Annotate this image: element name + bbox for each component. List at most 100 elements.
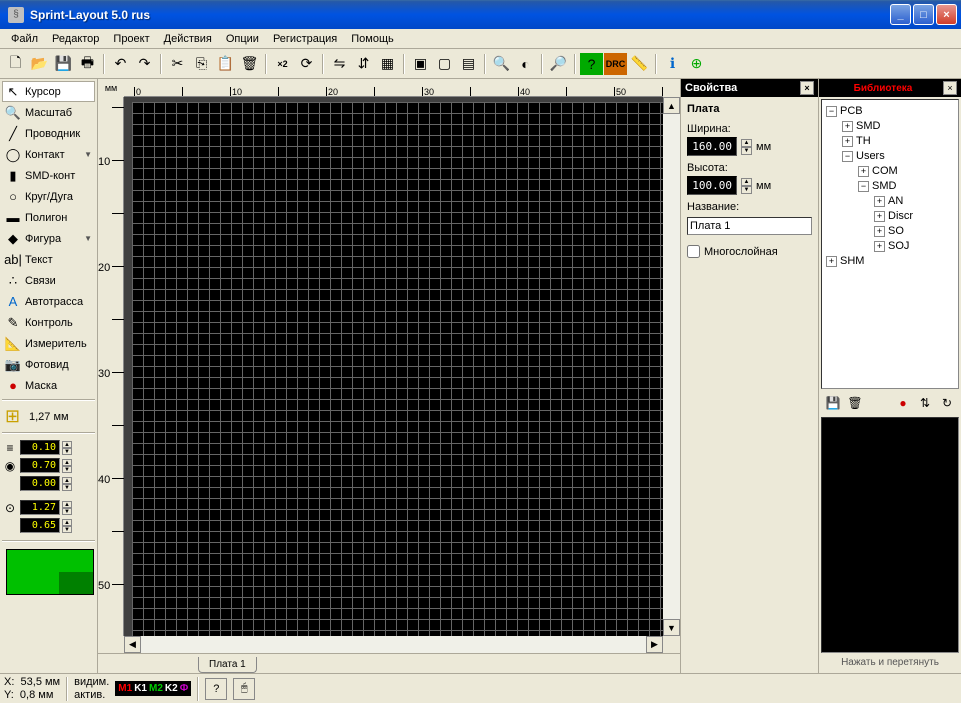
ruler-tool[interactable]: 📐Измеритель [2, 333, 95, 354]
layer-m2[interactable]: M2 [149, 683, 163, 694]
lib-save-icon[interactable]: 💾 [823, 393, 843, 413]
lib-delete-icon[interactable]: 🗑 [845, 393, 865, 413]
measure-tool-icon[interactable]: 📏 [628, 53, 651, 75]
board-height-input[interactable]: 100.00 [687, 176, 737, 195]
spinner[interactable]: ▲▼ [62, 501, 72, 515]
expand-icon[interactable]: + [874, 226, 885, 237]
pad-inner-param[interactable]: 0.00 ▲▼ [2, 475, 95, 492]
layer-preview[interactable] [6, 549, 94, 595]
close-button[interactable]: × [936, 4, 957, 25]
collapse-icon[interactable]: − [858, 181, 869, 192]
mask-tool[interactable]: ●Маска [2, 375, 95, 396]
via-b-param[interactable]: 0.65 ▲▼ [2, 517, 95, 534]
library-tree[interactable]: −PCB+SMD+TH−Users+COM−SMD+AN+Discr+SO+SO… [821, 99, 959, 389]
menu-регистрация[interactable]: Регистрация [266, 31, 344, 47]
menu-редактор[interactable]: Редактор [45, 31, 106, 47]
autoroute-tool[interactable]: AАвтотрасса [2, 291, 95, 312]
inspect-tool[interactable]: ✎Контроль [2, 312, 95, 333]
lib-sort-icon[interactable]: ⇅ [915, 393, 935, 413]
lib-record-icon[interactable]: ● [893, 393, 913, 413]
layer-indicator[interactable]: M1K1M2K2Ф [115, 681, 191, 696]
menu-файл[interactable]: Файл [4, 31, 45, 47]
pcb-viewport[interactable] [124, 97, 663, 636]
copy-icon[interactable]: ⎘ [190, 53, 213, 75]
text-tool[interactable]: ab|Текст [2, 249, 95, 270]
tree-node-discr[interactable]: +Discr [874, 209, 954, 224]
zoom-icon[interactable]: 🔍 [490, 53, 513, 75]
cut-icon[interactable]: ✂ [166, 53, 189, 75]
mirror-h-icon[interactable]: ⇋ [328, 53, 351, 75]
track-width-param[interactable]: ≡ 0.10 ▲▼ [2, 439, 95, 456]
via-a-param[interactable]: ⊙ 1.27 ▲▼ [2, 499, 95, 516]
help-icon[interactable]: ? [580, 53, 603, 75]
tree-node-users[interactable]: −Users [842, 149, 954, 164]
spinner[interactable]: ▲▼ [741, 139, 752, 155]
tile-icon[interactable]: ▤ [457, 53, 480, 75]
connection-tool[interactable]: ∴Связи [2, 270, 95, 291]
open-icon[interactable]: 📂 [28, 53, 51, 75]
photoview-tool[interactable]: 📷Фотовид [2, 354, 95, 375]
tree-node-soj[interactable]: +SOJ [874, 239, 954, 254]
save-icon[interactable]: 💾 [52, 53, 75, 75]
status-tool-button[interactable]: 🖱 [233, 678, 255, 700]
expand-icon[interactable]: + [842, 121, 853, 132]
paste-icon[interactable]: 📋 [214, 53, 237, 75]
polygon-tool[interactable]: ▬Полигон [2, 207, 95, 228]
tree-node-an[interactable]: +AN [874, 194, 954, 209]
pad-tool[interactable]: ◯Контакт▼ [2, 144, 95, 165]
spinner[interactable]: ▲▼ [62, 519, 72, 533]
expand-icon[interactable]: + [874, 196, 885, 207]
shape-tool[interactable]: ◆Фигура▼ [2, 228, 95, 249]
minimize-button[interactable]: _ [890, 4, 911, 25]
vertical-scrollbar[interactable]: ▲ ▼ [663, 97, 680, 636]
cursor-tool[interactable]: ↖Курсор [2, 81, 95, 102]
status-help-button[interactable]: ? [205, 678, 227, 700]
spinner[interactable]: ▲▼ [62, 459, 72, 473]
track-tool[interactable]: ╱Проводник [2, 123, 95, 144]
expand-icon[interactable]: + [858, 166, 869, 177]
duplicate-icon[interactable]: ×2 [271, 53, 294, 75]
expand-icon[interactable]: + [842, 136, 853, 147]
ungroup-icon[interactable]: ▢ [433, 53, 456, 75]
spinner[interactable]: ▲▼ [62, 441, 72, 455]
collapse-icon[interactable]: − [842, 151, 853, 162]
menu-проект[interactable]: Проект [106, 31, 156, 47]
drc-icon[interactable]: DRC [604, 53, 627, 75]
horizontal-scrollbar[interactable]: ◀ ▶ [124, 636, 663, 653]
zoom-tool[interactable]: 🔍Масштаб [2, 102, 95, 123]
expand-icon[interactable]: + [826, 256, 837, 267]
multilayer-checkbox[interactable] [687, 245, 700, 258]
spinner[interactable]: ▲▼ [741, 178, 752, 194]
scan-icon[interactable]: 🔎 [547, 53, 570, 75]
component-icon[interactable]: ⊕ [685, 53, 708, 75]
group-icon[interactable]: ▣ [409, 53, 432, 75]
rotate-icon[interactable]: ⟳ [295, 53, 318, 75]
layer-k2[interactable]: K2 [165, 683, 178, 694]
maximize-button[interactable]: □ [913, 4, 934, 25]
collapse-icon[interactable]: − [826, 106, 837, 117]
board-tab-1[interactable]: Плата 1 [198, 657, 257, 673]
tree-node-pcb[interactable]: −PCB [826, 104, 954, 119]
layer-m1[interactable]: M1 [118, 683, 132, 694]
mirror-v-icon[interactable]: ⇵ [352, 53, 375, 75]
scroll-up-button[interactable]: ▲ [663, 97, 680, 114]
tree-node-so[interactable]: +SO [874, 224, 954, 239]
align-icon[interactable]: ▦ [376, 53, 399, 75]
expand-icon[interactable]: + [874, 241, 885, 252]
scroll-right-button[interactable]: ▶ [646, 636, 663, 653]
print-icon[interactable]: 🖶 [76, 53, 99, 75]
undo-icon[interactable]: ↶ [109, 53, 132, 75]
board-width-input[interactable]: 160.00 [687, 137, 737, 156]
tree-node-shm[interactable]: +SHM [826, 254, 954, 269]
new-icon[interactable]: 🗋 [4, 53, 27, 75]
library-close-button[interactable]: × [943, 81, 957, 95]
layer-ф[interactable]: Ф [180, 683, 189, 694]
delete-icon[interactable]: 🗑 [238, 53, 261, 75]
expand-icon[interactable]: + [874, 211, 885, 222]
layer-k1[interactable]: K1 [134, 683, 147, 694]
scroll-left-button[interactable]: ◀ [124, 636, 141, 653]
tree-node-smd[interactable]: +SMD [842, 119, 954, 134]
spinner[interactable]: ▲▼ [62, 477, 72, 491]
smd-tool[interactable]: ▮SMD-конт [2, 165, 95, 186]
scroll-down-button[interactable]: ▼ [663, 619, 680, 636]
